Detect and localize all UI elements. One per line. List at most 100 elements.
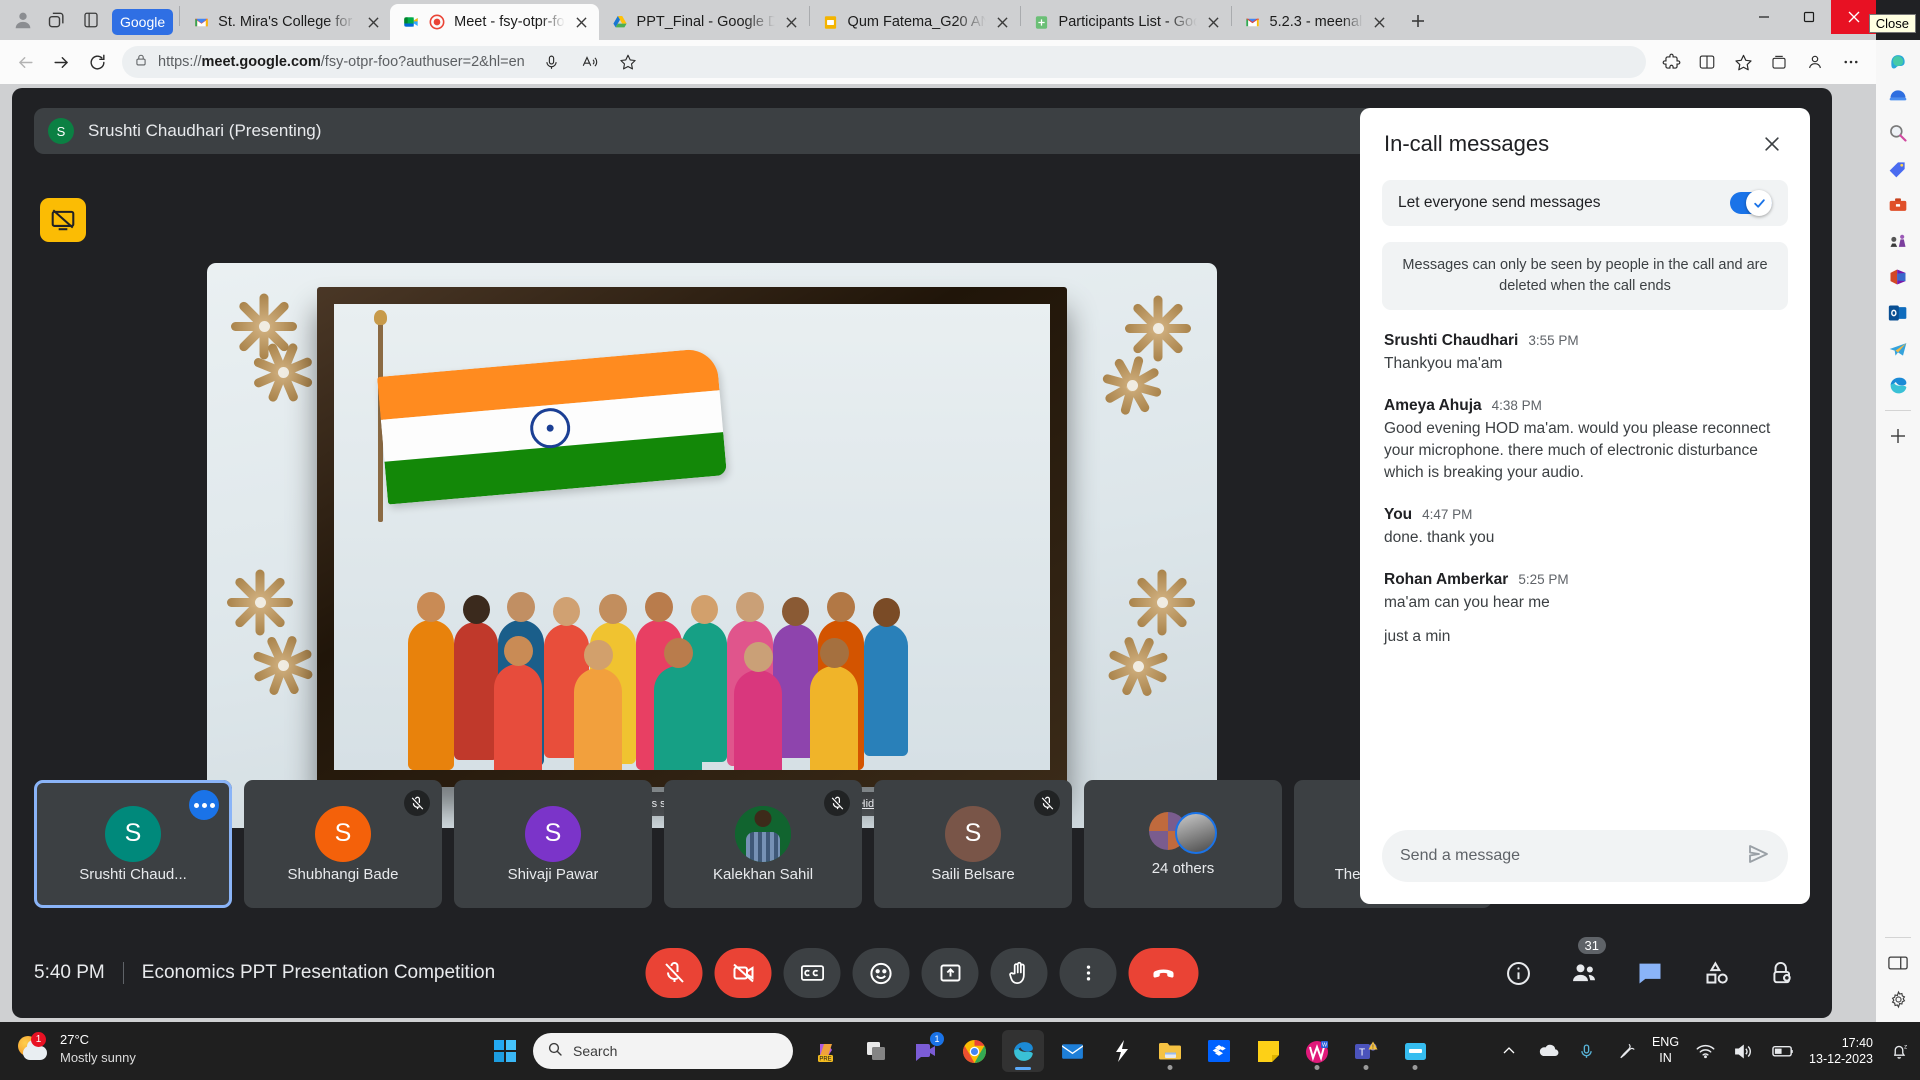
tools-icon[interactable] (1883, 190, 1913, 220)
captions-button[interactable] (784, 948, 841, 998)
new-tab-button[interactable] (1403, 6, 1433, 36)
participant-tile-shubhangi[interactable]: S Shubhangi Bade (244, 780, 442, 908)
send-icon[interactable] (1746, 842, 1770, 871)
reload-button[interactable] (80, 45, 114, 79)
task-view-icon[interactable] (855, 1030, 897, 1072)
weather-widget[interactable]: 1 27°C Mostly sunny (18, 1031, 136, 1066)
clock[interactable]: 17:40 13-12-2023 (1809, 1035, 1873, 1068)
extensions-icon[interactable] (1654, 45, 1688, 79)
start-button[interactable] (484, 1030, 526, 1072)
battery-icon[interactable] (1770, 1038, 1796, 1064)
unknown-blue-icon[interactable] (1394, 1030, 1436, 1072)
wifi-icon[interactable] (1692, 1038, 1718, 1064)
dropbox-icon[interactable] (1198, 1030, 1240, 1072)
file-explorer-icon[interactable] (1149, 1030, 1191, 1072)
sticky-notes-icon[interactable] (1247, 1030, 1289, 1072)
vertical-tabs-icon[interactable] (74, 3, 108, 37)
collections-icon[interactable] (1762, 45, 1796, 79)
more-options-button[interactable] (1060, 948, 1117, 998)
close-icon[interactable] (1205, 13, 1223, 31)
participant-tile-srushti[interactable]: S Srushti Chaud... (34, 780, 232, 908)
onedrive-icon[interactable] (1535, 1038, 1561, 1064)
browser-tab-st-miras[interactable]: St. Mira's College for Gi (180, 4, 390, 40)
notification-bell-icon[interactable]: z (1886, 1038, 1912, 1064)
favorite-star-icon[interactable] (611, 45, 645, 79)
split-screen-icon[interactable] (1690, 45, 1724, 79)
browser-tab-qum-fatema[interactable]: Qum Fatema_G20 AND (810, 4, 1020, 40)
browser-profile-icon[interactable] (1798, 45, 1832, 79)
edge-browser-icon[interactable] (1883, 370, 1913, 400)
chevron-up-icon[interactable] (1496, 1038, 1522, 1064)
activities-button[interactable] (1692, 949, 1740, 997)
edge-icon[interactable] (1002, 1030, 1044, 1072)
tab-groups-icon[interactable] (40, 3, 74, 37)
close-icon[interactable] (1754, 126, 1790, 162)
pen-icon[interactable] (1613, 1038, 1639, 1064)
shared-screen-stage[interactable]: meet.google.com is sharing your screen. … (207, 263, 1217, 828)
telegram-icon[interactable] (1883, 334, 1913, 364)
microsoft-teams-icon[interactable]: T! (1345, 1030, 1387, 1072)
tile-more-options-button[interactable] (189, 790, 219, 820)
sidebar-settings-icon[interactable] (1883, 984, 1913, 1014)
meeting-details-button[interactable] (1494, 949, 1542, 997)
microphone-icon[interactable] (1574, 1038, 1600, 1064)
meet-taskbar-icon[interactable]: 1 (904, 1030, 946, 1072)
shopping-icon[interactable] (1883, 82, 1913, 112)
browser-tab-participants-list[interactable]: Participants List - Goog (1021, 4, 1231, 40)
add-sidebar-app-icon[interactable] (1883, 421, 1913, 451)
search-input[interactable]: Search (533, 1033, 793, 1069)
participant-tile-shivaji[interactable]: S Shivaji Pawar (454, 780, 652, 908)
search-sidebar-icon[interactable] (1883, 118, 1913, 148)
browser-tab-523-meenal[interactable]: 5.2.3 - meenal.sumant (1232, 4, 1397, 40)
maximize-icon[interactable] (1786, 0, 1831, 34)
minimize-icon[interactable] (1741, 0, 1786, 34)
close-icon[interactable] (573, 13, 591, 31)
forward-button[interactable] (44, 45, 78, 79)
office-icon[interactable] (1883, 262, 1913, 292)
participant-tile-others[interactable]: 24 others (1084, 780, 1282, 908)
address-bar[interactable]: https://meet.google.com/fsy-otpr-foo?aut… (122, 46, 1646, 78)
google-profile-pill[interactable]: Google (112, 9, 173, 35)
close-icon[interactable] (994, 13, 1012, 31)
leave-call-button[interactable] (1129, 948, 1199, 998)
outlook-icon[interactable] (1883, 298, 1913, 328)
close-icon[interactable] (1371, 13, 1389, 31)
more-settings-icon[interactable] (1834, 45, 1868, 79)
participant-tile-saili[interactable]: S Saili Belsare (874, 780, 1072, 908)
volume-icon[interactable] (1731, 1038, 1757, 1064)
favorites-icon[interactable] (1726, 45, 1760, 79)
microphone-icon[interactable] (535, 45, 569, 79)
language-indicator[interactable]: ENG IN (1652, 1035, 1679, 1066)
search-icon (547, 1041, 563, 1062)
close-icon[interactable] (364, 13, 382, 31)
slack-icon[interactable] (1100, 1030, 1142, 1072)
mail-icon[interactable] (1051, 1030, 1093, 1072)
present-now-button[interactable] (922, 948, 979, 998)
microphone-off-button[interactable] (646, 948, 703, 998)
host-controls-button[interactable] (1758, 949, 1806, 997)
profile-avatar-button[interactable] (6, 3, 40, 37)
split-screen-icon[interactable] (1883, 948, 1913, 978)
url-text: https://meet.google.com/fsy-otpr-foo?aut… (158, 54, 525, 70)
send-message-input[interactable]: Send a message (1400, 847, 1746, 865)
chat-composer[interactable]: Send a message (1382, 830, 1788, 882)
copilot-pre-icon[interactable]: PRE (806, 1030, 848, 1072)
chrome-icon[interactable] (953, 1030, 995, 1072)
camera-off-button[interactable] (715, 948, 772, 998)
browser-tab-ppt-final[interactable]: PPT_Final - Google Driv (599, 4, 809, 40)
copilot-icon[interactable] (1883, 46, 1913, 76)
deals-icon[interactable] (1883, 154, 1913, 184)
participant-tile-kalekhan[interactable]: Kalekhan Sahil (664, 780, 862, 908)
let-everyone-send-messages-toggle[interactable] (1730, 192, 1772, 214)
chat-message-list[interactable]: Srushti Chaudhari 3:55 PM Thankyou ma'am… (1360, 310, 1810, 830)
browser-tab-meet[interactable]: Meet - fsy-otpr-fo (390, 4, 598, 40)
read-aloud-icon[interactable] (573, 45, 607, 79)
wps-office-icon[interactable]: W (1296, 1030, 1338, 1072)
reactions-button[interactable] (853, 948, 910, 998)
back-button[interactable] (8, 45, 42, 79)
close-icon[interactable] (783, 13, 801, 31)
games-icon[interactable] (1883, 226, 1913, 256)
raise-hand-button[interactable] (991, 948, 1048, 998)
participants-button[interactable]: 31 (1560, 949, 1608, 997)
chat-button[interactable] (1626, 949, 1674, 997)
